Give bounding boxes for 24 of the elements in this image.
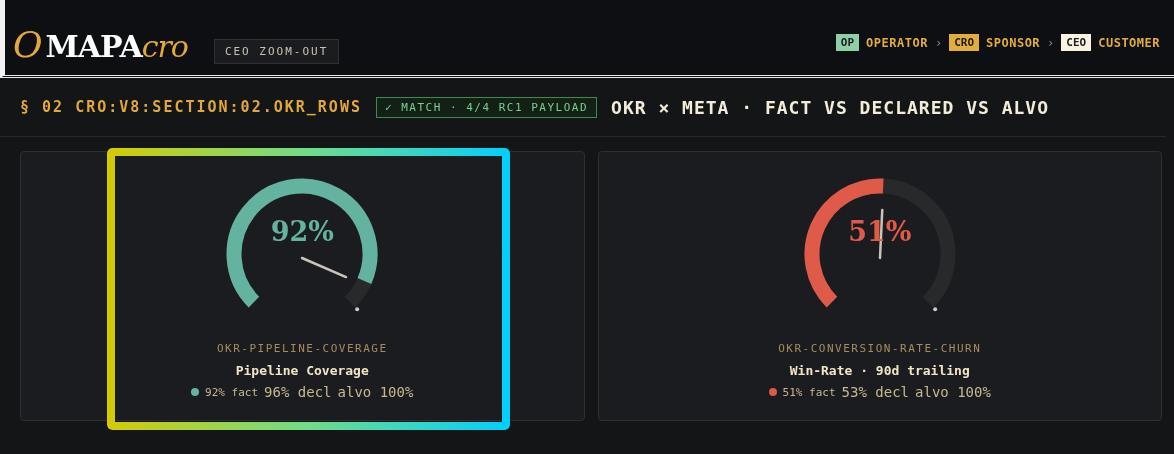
- role-badge: OP: [835, 34, 860, 51]
- view-tag: CEO ZOOM-OUT: [213, 39, 340, 64]
- okr-code: OKR-PIPELINE-COVERAGE: [216, 342, 388, 355]
- logo: OMAPAcro: [13, 27, 188, 63]
- target-value: alvo 100%: [915, 384, 991, 400]
- target-value: alvo 100%: [337, 384, 414, 400]
- declared-value: 53% decl: [841, 384, 910, 400]
- section-id: § 02 CRO:V8:SECTION:02.OKR_ROWS: [20, 98, 362, 116]
- role-badge: CRO: [949, 34, 979, 51]
- breadcrumb-separator: ›: [1047, 35, 1055, 50]
- section-title: OKR × META · FACT VS DECLARED VS ALVO: [611, 96, 1049, 118]
- match-status: ✓ MATCH · 4/4 RC1 PAYLOAD: [375, 96, 598, 118]
- okr-title: Pipeline Coverage: [235, 363, 369, 378]
- okr-code: OKR-CONVERSION-RATE-CHURN: [778, 342, 982, 355]
- declared-value: 96% decl: [264, 384, 332, 400]
- breadcrumb-label[interactable]: SPONSOR: [986, 35, 1041, 50]
- fact-value: 51% fact: [782, 385, 836, 399]
- role-badge: CEO: [1061, 34, 1092, 51]
- breadcrumb-label[interactable]: CUSTOMER: [1098, 35, 1160, 50]
- okr-title: Win-Rate · 90d trailing: [789, 363, 970, 378]
- fact-value: 92% fact: [205, 385, 259, 399]
- breadcrumb-label[interactable]: OPERATOR: [866, 35, 928, 50]
- gauge-value: 92%: [270, 216, 334, 247]
- breadcrumb-separator: ›: [934, 35, 943, 50]
